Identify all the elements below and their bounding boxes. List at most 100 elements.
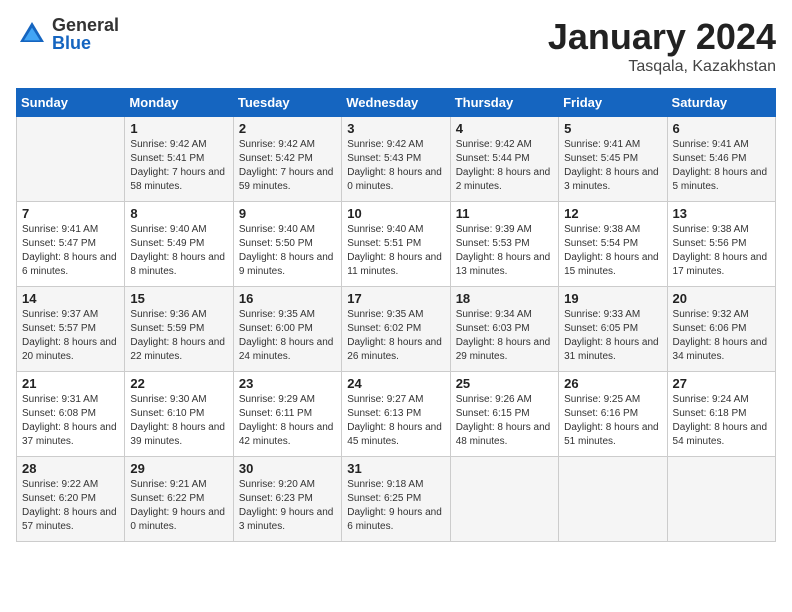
day-info: Sunrise: 9:41 AM Sunset: 5:46 PM Dayligh… <box>673 138 770 194</box>
day-number: 8 <box>130 206 227 221</box>
calendar-cell: 26 Sunrise: 9:25 AM Sunset: 6:16 PM Dayli… <box>559 372 667 457</box>
day-number: 28 <box>22 461 119 476</box>
week-row-2: 7Sunrise: 9:41 AM Sunset: 5:47 PM Daylig… <box>17 202 776 287</box>
week-row-1: 1 Sunrise: 9:42 AM Sunset: 5:41 PM Daylig… <box>17 117 776 202</box>
logo-blue: Blue <box>52 34 119 52</box>
day-info: Sunrise: 9:42 AM Sunset: 5:41 PM Dayligh… <box>130 138 227 194</box>
day-info: Sunrise: 9:37 AM Sunset: 5:57 PM Dayligh… <box>22 308 119 364</box>
calendar-cell: 4 Sunrise: 9:42 AM Sunset: 5:44 PM Daylig… <box>450 117 558 202</box>
calendar-cell: 9Sunrise: 9:40 AM Sunset: 5:50 PM Daylig… <box>233 202 341 287</box>
day-number: 19 <box>564 291 661 306</box>
day-number: 3 <box>347 121 444 136</box>
day-number: 15 <box>130 291 227 306</box>
logo-icon <box>16 18 48 50</box>
day-number: 2 <box>239 121 336 136</box>
day-number: 12 <box>564 206 661 221</box>
day-info: Sunrise: 9:42 AM Sunset: 5:42 PM Dayligh… <box>239 138 336 194</box>
day-info: Sunrise: 9:18 AM Sunset: 6:25 PM Dayligh… <box>347 478 444 534</box>
day-number: 23 <box>239 376 336 391</box>
day-number: 29 <box>130 461 227 476</box>
day-info: Sunrise: 9:27 AM Sunset: 6:13 PM Dayligh… <box>347 393 444 449</box>
title-block: January 2024 Tasqala, Kazakhstan <box>548 16 776 76</box>
calendar-cell: 23 Sunrise: 9:29 AM Sunset: 6:11 PM Dayli… <box>233 372 341 457</box>
day-info: Sunrise: 9:25 AM Sunset: 6:16 PM Dayligh… <box>564 393 661 449</box>
day-number: 24 <box>347 376 444 391</box>
calendar-cell: 20 Sunrise: 9:32 AM Sunset: 6:06 PM Dayli… <box>667 287 775 372</box>
day-info: Sunrise: 9:35 AM Sunset: 6:02 PM Dayligh… <box>347 308 444 364</box>
day-number: 4 <box>456 121 553 136</box>
calendar-cell: 19 Sunrise: 9:33 AM Sunset: 6:05 PM Dayli… <box>559 287 667 372</box>
header-cell-saturday: Saturday <box>667 89 775 117</box>
calendar-cell: 2 Sunrise: 9:42 AM Sunset: 5:42 PM Daylig… <box>233 117 341 202</box>
calendar-cell: 11Sunrise: 9:39 AM Sunset: 5:53 PM Dayli… <box>450 202 558 287</box>
day-number: 5 <box>564 121 661 136</box>
calendar-cell: 31 Sunrise: 9:18 AM Sunset: 6:25 PM Dayli… <box>342 457 450 542</box>
day-info: Sunrise: 9:38 AM Sunset: 5:54 PM Dayligh… <box>564 223 661 279</box>
logo-text: General Blue <box>52 16 119 52</box>
day-info: Sunrise: 9:35 AM Sunset: 6:00 PM Dayligh… <box>239 308 336 364</box>
day-info: Sunrise: 9:32 AM Sunset: 6:06 PM Dayligh… <box>673 308 770 364</box>
calendar-cell: 18Sunrise: 9:34 AM Sunset: 6:03 PM Dayli… <box>450 287 558 372</box>
calendar-cell: 8 Sunrise: 9:40 AM Sunset: 5:49 PM Daylig… <box>125 202 233 287</box>
calendar-cell: 22 Sunrise: 9:30 AM Sunset: 6:10 PM Dayli… <box>125 372 233 457</box>
calendar-cell: 12 Sunrise: 9:38 AM Sunset: 5:54 PM Dayli… <box>559 202 667 287</box>
calendar-cell <box>559 457 667 542</box>
calendar-cell: 30 Sunrise: 9:20 AM Sunset: 6:23 PM Dayli… <box>233 457 341 542</box>
day-number: 6 <box>673 121 770 136</box>
calendar-cell: 28 Sunrise: 9:22 AM Sunset: 6:20 PM Dayli… <box>17 457 125 542</box>
calendar-cell: 6 Sunrise: 9:41 AM Sunset: 5:46 PM Daylig… <box>667 117 775 202</box>
day-number: 22 <box>130 376 227 391</box>
day-number: 27 <box>673 376 770 391</box>
day-info: Sunrise: 9:33 AM Sunset: 6:05 PM Dayligh… <box>564 308 661 364</box>
page-header: General Blue January 2024 Tasqala, Kazak… <box>16 16 776 76</box>
day-info: Sunrise: 9:31 AM Sunset: 6:08 PM Dayligh… <box>22 393 119 449</box>
day-number: 31 <box>347 461 444 476</box>
day-info: Sunrise: 9:22 AM Sunset: 6:20 PM Dayligh… <box>22 478 119 534</box>
day-info: Sunrise: 9:26 AM Sunset: 6:15 PM Dayligh… <box>456 393 553 449</box>
calendar-cell: 24 Sunrise: 9:27 AM Sunset: 6:13 PM Dayli… <box>342 372 450 457</box>
day-info: Sunrise: 9:38 AM Sunset: 5:56 PM Dayligh… <box>673 223 770 279</box>
logo: General Blue <box>16 16 119 52</box>
day-info: Sunrise: 9:34 AM Sunset: 6:03 PM Dayligh… <box>456 308 553 364</box>
day-info: Sunrise: 9:20 AM Sunset: 6:23 PM Dayligh… <box>239 478 336 534</box>
calendar-subtitle: Tasqala, Kazakhstan <box>548 58 776 76</box>
day-info: Sunrise: 9:24 AM Sunset: 6:18 PM Dayligh… <box>673 393 770 449</box>
day-info: Sunrise: 9:21 AM Sunset: 6:22 PM Dayligh… <box>130 478 227 534</box>
day-info: Sunrise: 9:40 AM Sunset: 5:49 PM Dayligh… <box>130 223 227 279</box>
day-number: 20 <box>673 291 770 306</box>
calendar-cell: 13 Sunrise: 9:38 AM Sunset: 5:56 PM Dayli… <box>667 202 775 287</box>
calendar-cell: 27 Sunrise: 9:24 AM Sunset: 6:18 PM Dayli… <box>667 372 775 457</box>
calendar-title: January 2024 <box>548 16 776 58</box>
header-cell-sunday: Sunday <box>17 89 125 117</box>
day-number: 25 <box>456 376 553 391</box>
day-info: Sunrise: 9:30 AM Sunset: 6:10 PM Dayligh… <box>130 393 227 449</box>
calendar-table: SundayMondayTuesdayWednesdayThursdayFrid… <box>16 88 776 542</box>
header-cell-thursday: Thursday <box>450 89 558 117</box>
day-info: Sunrise: 9:42 AM Sunset: 5:43 PM Dayligh… <box>347 138 444 194</box>
day-info: Sunrise: 9:29 AM Sunset: 6:11 PM Dayligh… <box>239 393 336 449</box>
logo-general: General <box>52 16 119 34</box>
calendar-cell <box>17 117 125 202</box>
calendar-cell <box>667 457 775 542</box>
day-number: 26 <box>564 376 661 391</box>
day-info: Sunrise: 9:42 AM Sunset: 5:44 PM Dayligh… <box>456 138 553 194</box>
day-number: 16 <box>239 291 336 306</box>
week-row-3: 14Sunrise: 9:37 AM Sunset: 5:57 PM Dayli… <box>17 287 776 372</box>
day-info: Sunrise: 9:41 AM Sunset: 5:45 PM Dayligh… <box>564 138 661 194</box>
header-cell-tuesday: Tuesday <box>233 89 341 117</box>
day-number: 10 <box>347 206 444 221</box>
calendar-cell: 10Sunrise: 9:40 AM Sunset: 5:51 PM Dayli… <box>342 202 450 287</box>
calendar-cell: 17Sunrise: 9:35 AM Sunset: 6:02 PM Dayli… <box>342 287 450 372</box>
day-number: 1 <box>130 121 227 136</box>
day-info: Sunrise: 9:36 AM Sunset: 5:59 PM Dayligh… <box>130 308 227 364</box>
day-info: Sunrise: 9:41 AM Sunset: 5:47 PM Dayligh… <box>22 223 119 279</box>
day-number: 30 <box>239 461 336 476</box>
day-number: 13 <box>673 206 770 221</box>
day-number: 21 <box>22 376 119 391</box>
calendar-cell: 25 Sunrise: 9:26 AM Sunset: 6:15 PM Dayli… <box>450 372 558 457</box>
day-number: 11 <box>456 206 553 221</box>
calendar-cell: 5 Sunrise: 9:41 AM Sunset: 5:45 PM Daylig… <box>559 117 667 202</box>
calendar-cell: 15 Sunrise: 9:36 AM Sunset: 5:59 PM Dayli… <box>125 287 233 372</box>
header-row: SundayMondayTuesdayWednesdayThursdayFrid… <box>17 89 776 117</box>
header-cell-wednesday: Wednesday <box>342 89 450 117</box>
